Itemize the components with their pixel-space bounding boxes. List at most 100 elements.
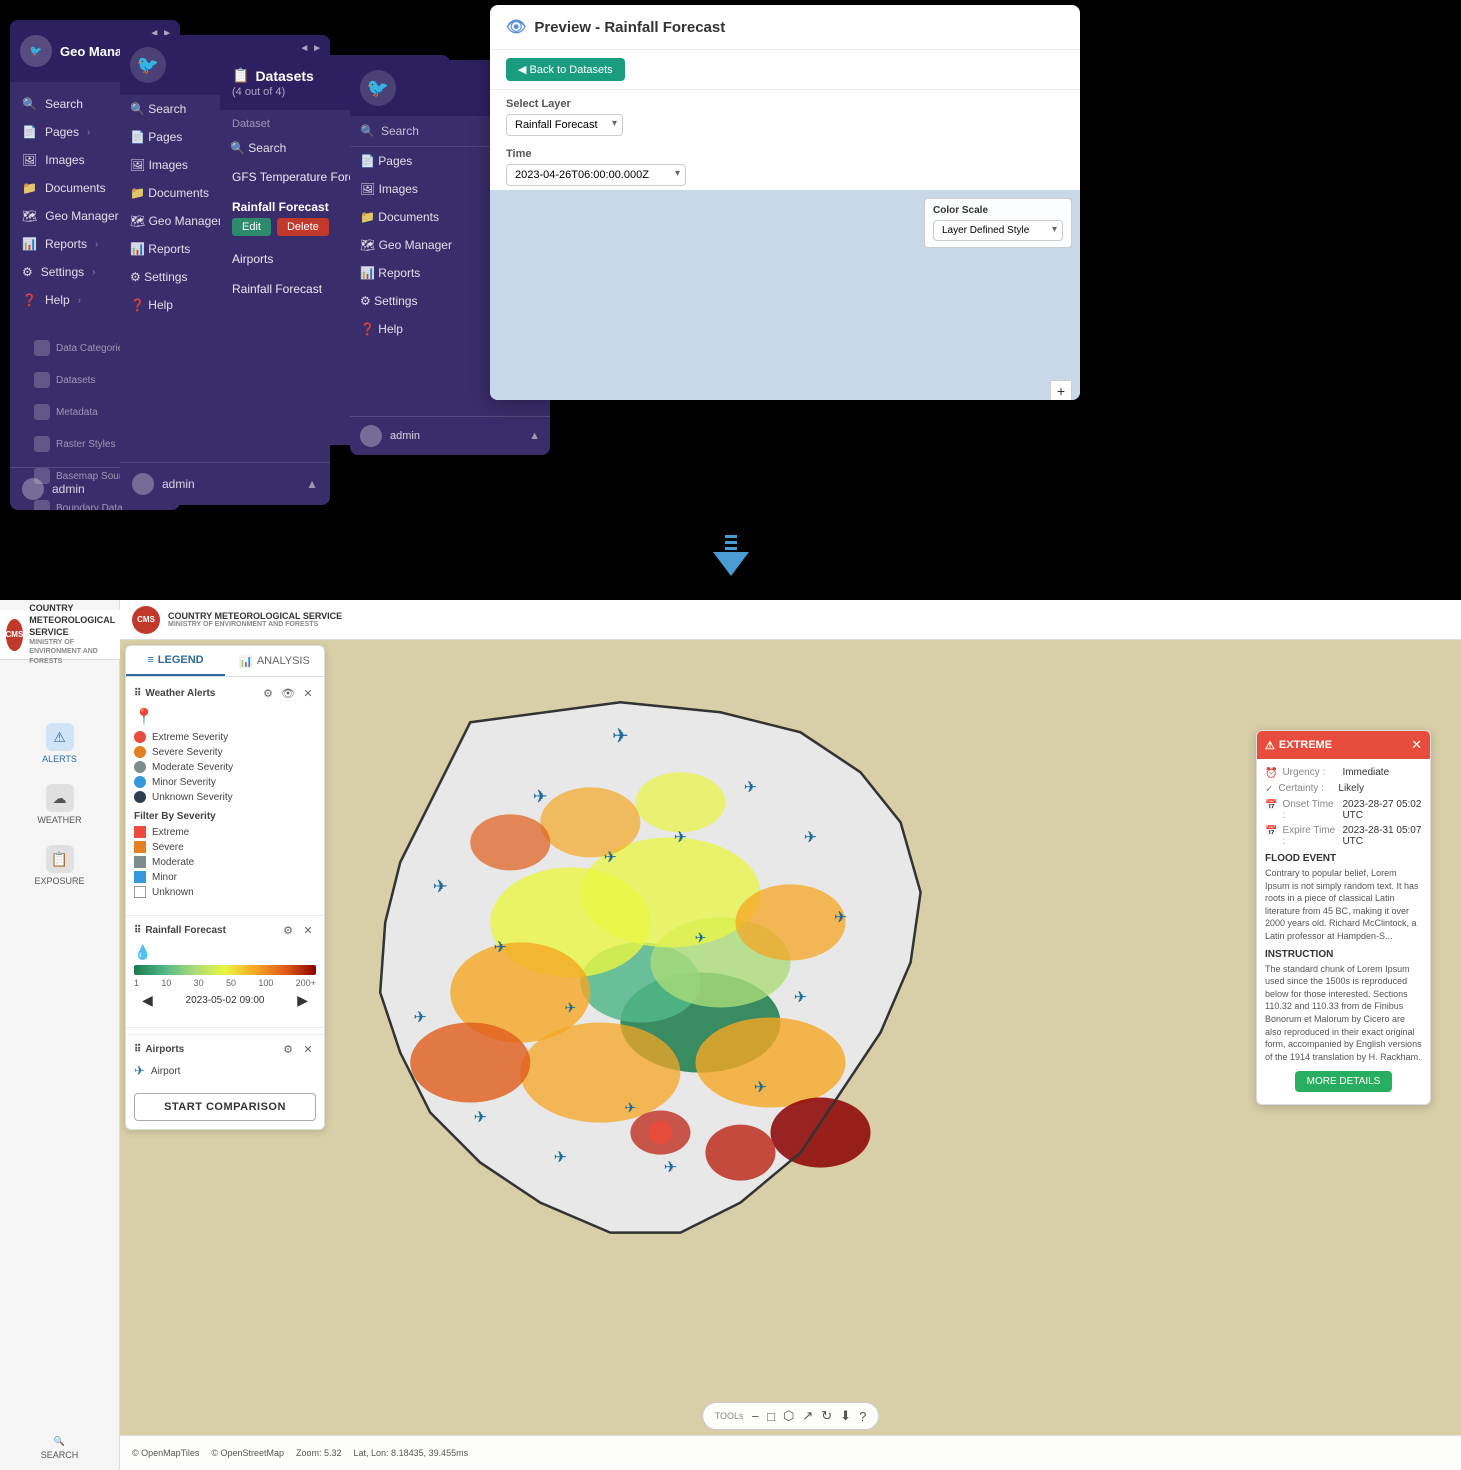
select-layer-dropdown[interactable]: Rainfall Forecast (506, 114, 623, 136)
back-to-datasets-button[interactable]: ◀ Back to Datasets (506, 58, 625, 81)
legend-rainfall-section: ⠿ Rainfall Forecast ⚙ ✕ 💧 1 10 30 50 100… (126, 922, 324, 1021)
tab-legend[interactable]: ≡ LEGEND (126, 646, 225, 676)
filter-label: Filter By Severity (134, 811, 316, 822)
color-scale-dropdown[interactable]: Layer Defined Style (933, 220, 1063, 241)
start-comparison-button[interactable]: START COMPARISON (134, 1093, 316, 1121)
urgency-icon: ⏰ (1265, 768, 1277, 779)
weather-icon: ☁ (46, 784, 74, 812)
flood-urgency-field: ⏰ Urgency : Immediate (1265, 767, 1422, 779)
moderate-dot (134, 761, 146, 773)
bottom-map-toolbar: TOOLs − □ ⬡ ↗ ↻ ⬇ ? (702, 1402, 880, 1430)
rainfall-section-header: ⠿ Rainfall Forecast ⚙ ✕ (134, 922, 316, 938)
svg-text:✈: ✈ (494, 939, 507, 956)
time-group: Time 2023-04-26T06:00:00.000Z (506, 148, 686, 186)
flood-expire-field: 📅 Expire Time : 2023-28-31 05:07 UTC (1265, 825, 1422, 847)
filter-minor[interactable]: Minor (134, 871, 316, 883)
legend-item-extreme: Extreme Severity (134, 731, 316, 743)
toolbar-download-btn[interactable]: ⬇ (840, 1408, 851, 1424)
flood-event-title: FLOOD EVENT (1265, 853, 1422, 864)
flood-alert-close-button[interactable]: ✕ (1411, 737, 1422, 753)
time-label: Time (506, 148, 686, 160)
weather-alerts-close-btn[interactable]: ✕ (300, 685, 316, 701)
legend-nav: ◀ 2023-05-02 09:00 ▶ (134, 988, 316, 1013)
rainfall-gradient (134, 965, 316, 975)
toolbar-refresh-btn[interactable]: ↻ (821, 1408, 832, 1424)
certainty-icon: ✓ (1265, 784, 1273, 795)
flood-event-description: Contrary to popular belief, Lorem Ipsum … (1265, 867, 1422, 943)
arrow-section (0, 510, 1461, 600)
openstreetmap-credit: © OpenMapTiles (132, 1448, 199, 1458)
arrow-line-2 (725, 541, 737, 544)
rainfall-settings-btn[interactable]: ⚙ (280, 922, 296, 938)
exposure-icon: 📋 (46, 845, 74, 873)
bottom-sidebar: CMS COUNTRY METEOROLOGICAL SERVICE MINIS… (0, 600, 120, 1470)
svg-text:✈: ✈ (604, 849, 617, 866)
toolbar-label: TOOLs (715, 1411, 744, 1421)
legend-airports-section: ⠿ Airports ⚙ ✕ ✈ Airport (126, 1034, 324, 1085)
filter-moderate-color (134, 856, 146, 868)
more-details-button[interactable]: MORE DETAILS (1295, 1071, 1393, 1092)
filter-severe-color (134, 841, 146, 853)
svg-text:✈: ✈ (834, 909, 847, 926)
nav-date: 2023-05-02 09:00 (186, 995, 265, 1006)
toolbar-hex-btn[interactable]: ⬡ (783, 1408, 794, 1424)
legend-item-minor: Minor Severity (134, 776, 316, 788)
coordinates: Lat, Lon: 8.18435, 39.455ms (354, 1448, 469, 1458)
filter-unknown[interactable]: Unknown (134, 886, 316, 898)
filter-unknown-checkbox (134, 886, 146, 898)
nav-alerts[interactable]: ⚠ ALERTS (0, 715, 119, 772)
filter-extreme[interactable]: Extreme (134, 826, 316, 838)
time-dropdown[interactable]: 2023-04-26T06:00:00.000Z (506, 164, 686, 186)
delete-button[interactable]: Delete (277, 218, 329, 236)
rainfall-water-icon: 💧 (134, 944, 151, 961)
legend-tabs: ≡ LEGEND 📊 ANALYSIS (126, 646, 324, 677)
airports-controls: ⚙ ✕ (280, 1041, 316, 1057)
nav-exposure[interactable]: 📋 EXPOSURE (0, 837, 119, 894)
color-scale-label: Color Scale (933, 205, 1063, 216)
weather-alerts-settings-btn[interactable]: ⚙ (260, 685, 276, 701)
filter-moderate[interactable]: Moderate (134, 856, 316, 868)
arrow-lines (725, 535, 737, 550)
nav-prev-button[interactable]: ◀ (142, 992, 153, 1009)
nav-next-button[interactable]: ▶ (297, 992, 308, 1009)
edit-button[interactable]: Edit (232, 218, 271, 236)
svg-text:✈: ✈ (754, 1080, 767, 1097)
airports-section-header: ⠿ Airports ⚙ ✕ (134, 1041, 316, 1057)
toolbar-share-btn[interactable]: ↗ (802, 1408, 813, 1424)
zoom-controls: + − (1050, 380, 1072, 400)
flood-instruction-title: INSTRUCTION (1265, 949, 1422, 960)
bottom-section: CMS COUNTRY METEOROLOGICAL SERVICE MINIS… (0, 600, 1461, 1470)
airports-settings-btn[interactable]: ⚙ (280, 1041, 296, 1057)
filter-severe[interactable]: Severe (134, 841, 316, 853)
color-scale-wrapper: Layer Defined Style (933, 220, 1063, 241)
flood-onset-field: 📅 Onset Time : 2023-28-27 05:02 UTC (1265, 799, 1422, 821)
rainfall-close-btn[interactable]: ✕ (300, 922, 316, 938)
weather-alerts-eye-btn[interactable]: 👁 (280, 685, 296, 701)
toolbar-zoom-out-btn[interactable]: − (752, 1409, 760, 1424)
svg-text:✈: ✈ (695, 929, 707, 945)
arrow-line-3 (725, 547, 737, 550)
sidebar4-logo: 🐦 (360, 70, 396, 106)
toolbar-help-btn[interactable]: ? (859, 1409, 866, 1424)
sidebar1-avatar (22, 478, 44, 500)
legend-panel: ≡ LEGEND 📊 ANALYSIS ⠿ Weather Alerts ⚙ 👁… (125, 645, 325, 1130)
airports-close-btn[interactable]: ✕ (300, 1041, 316, 1057)
svg-text:✈: ✈ (664, 1160, 677, 1177)
sidebar1-user: admin (52, 482, 85, 496)
flood-certainty-field: ✓ Certainty : Likely (1265, 783, 1422, 795)
zoom-in-button[interactable]: + (1051, 381, 1071, 400)
sidebar4-avatar (360, 425, 382, 447)
toolbar-expand-btn[interactable]: □ (767, 1409, 775, 1424)
arrow-line-1 (725, 535, 737, 538)
exposure-label: EXPOSURE (34, 876, 84, 886)
svg-text:✈: ✈ (414, 1009, 427, 1026)
sidebar2-toggle[interactable]: ◄ ► (299, 43, 322, 54)
tab-analysis[interactable]: 📊 ANALYSIS (225, 646, 324, 676)
bottom-search[interactable]: 🔍 SEARCH (0, 1426, 119, 1470)
svg-text:✈: ✈ (474, 1110, 487, 1127)
preview-title: Preview - Rainfall Forecast (534, 19, 725, 36)
alert-triangle-icon: ⚠ (1265, 739, 1275, 752)
svg-text:✈: ✈ (554, 1150, 567, 1167)
bottom-top-bar: CMS COUNTRY METEOROLOGICAL SERVICE MINIS… (120, 600, 1461, 640)
nav-weather[interactable]: ☁ WEATHER (0, 776, 119, 833)
